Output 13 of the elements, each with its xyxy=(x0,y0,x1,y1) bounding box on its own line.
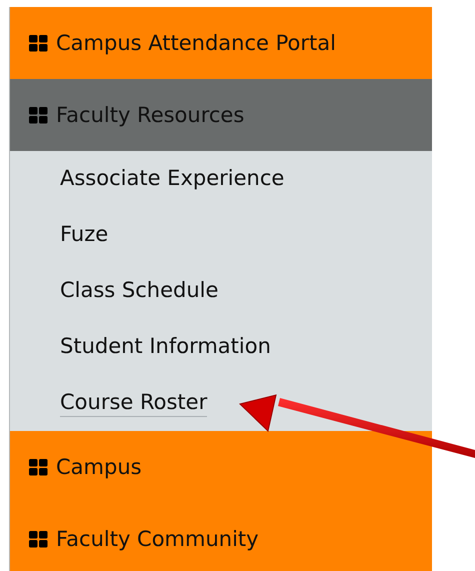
submenu-link[interactable]: Fuze xyxy=(60,222,108,248)
grid-icon xyxy=(29,34,48,52)
menu-header[interactable]: Faculty Resources xyxy=(10,79,432,151)
grid-icon xyxy=(29,530,48,548)
grid-icon xyxy=(29,458,48,476)
menu-header[interactable]: Campus xyxy=(10,431,432,503)
submenu-link[interactable]: Class Schedule xyxy=(60,278,218,304)
submenu-link[interactable]: Course Roster xyxy=(60,390,208,416)
grid-icon xyxy=(29,106,48,124)
menu-header[interactable]: Faculty Community xyxy=(10,503,432,571)
menu-header[interactable]: Campus Attendance Portal xyxy=(10,7,432,79)
submenu-link[interactable]: Associate Experience xyxy=(60,166,284,192)
submenu-link[interactable]: Student Information xyxy=(60,334,271,360)
